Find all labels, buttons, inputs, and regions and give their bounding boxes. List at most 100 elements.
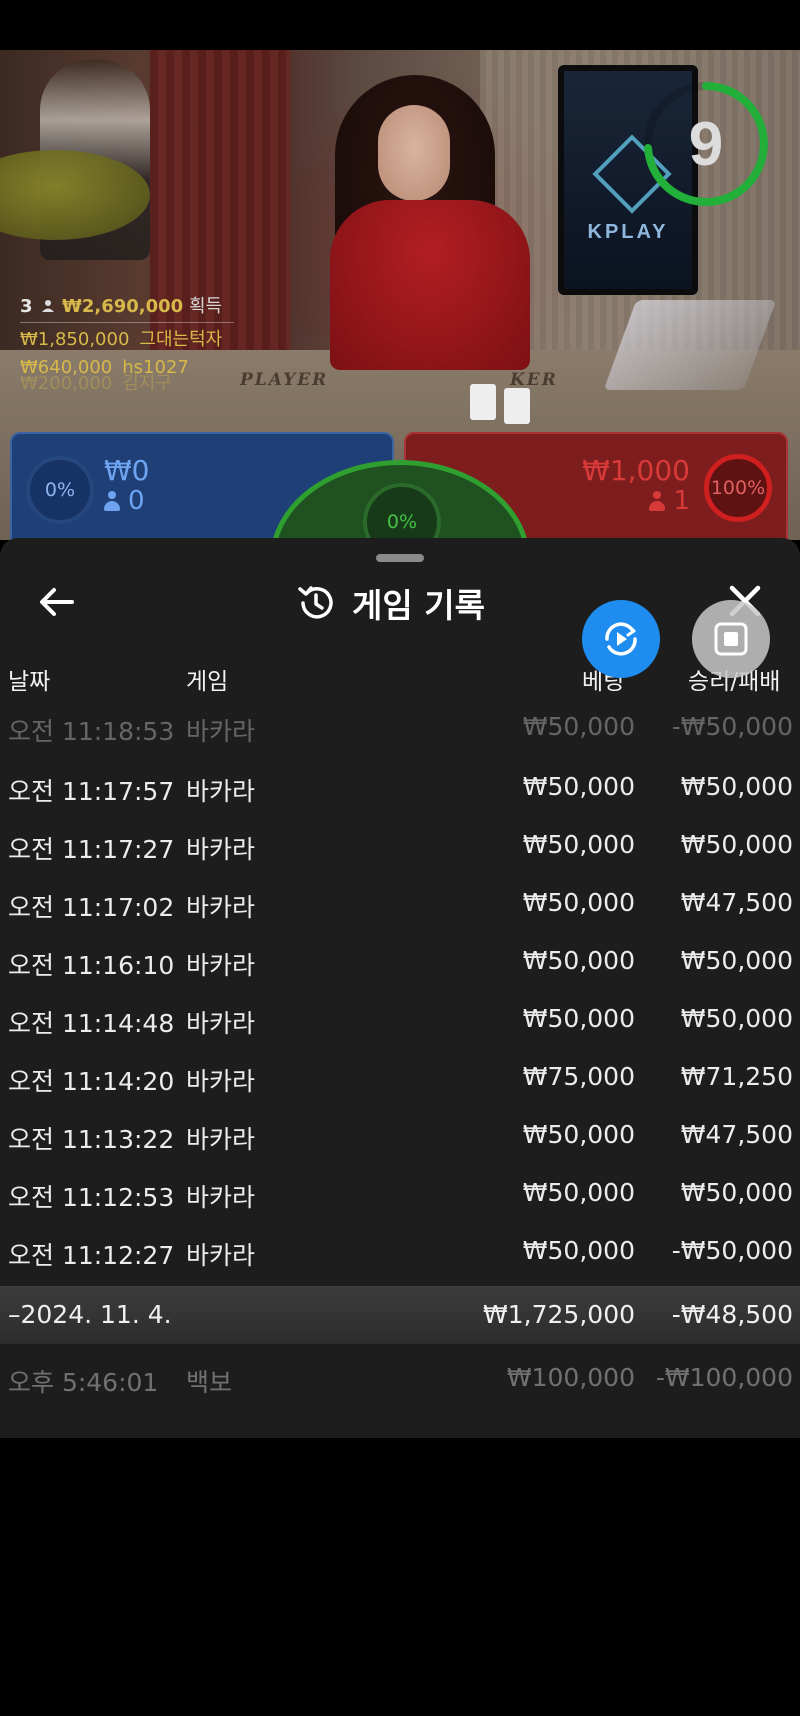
sheet-title-text: 게임 기록 — [352, 586, 485, 625]
row-bet: ₩50,000 — [522, 712, 635, 741]
row-result: -₩50,000 — [671, 712, 793, 741]
row-result: -₩50,000 — [671, 1236, 793, 1265]
sheet-title: 게임 기록 — [296, 578, 485, 628]
replay-icon — [605, 622, 637, 656]
row-game: 바카라 — [186, 1009, 256, 1038]
row-time: 오전 11:17:57 — [8, 777, 175, 806]
countdown-timer: 9 — [640, 78, 772, 210]
player-amount: ₩0 — [104, 454, 150, 487]
row-game: 바카라 — [186, 1125, 256, 1154]
banker-amount: ₩1,000 — [582, 454, 690, 487]
row-result: ₩50,000 — [680, 1004, 793, 1033]
table-row[interactable]: 오전 11:17:02 바카라 ₩50,000 ₩47,500 — [0, 874, 800, 932]
row-bet: ₩50,000 — [522, 772, 635, 801]
row-game: 바카라 — [186, 717, 256, 746]
summary-result: -₩48,500 — [671, 1300, 793, 1329]
winners-count: 3 — [20, 296, 33, 317]
winners-list: 3 ₩2,690,000 획득 ₩1,850,000 그대는턱자 ₩640,000… — [20, 292, 234, 399]
table-row[interactable]: 오전 11:13:22 바카라 ₩50,000 ₩47,500 — [0, 1106, 800, 1164]
table-row[interactable]: 오전 11:17:27 바카라 ₩50,000 ₩50,000 — [0, 816, 800, 874]
row-game: 바카라 — [186, 777, 256, 806]
row-game: 백보 — [186, 1368, 233, 1397]
row-time: 오후 5:46:01 — [8, 1368, 159, 1397]
row-time: 오전 11:12:27 — [8, 1241, 175, 1270]
person-icon — [104, 491, 120, 511]
row-bet: ₩50,000 — [522, 888, 635, 917]
row-result: ₩47,500 — [680, 1120, 793, 1149]
row-bet: ₩50,000 — [522, 1178, 635, 1207]
row-time: 오전 11:18:53 — [8, 717, 175, 746]
row-bet: ₩50,000 — [522, 946, 635, 975]
table-row[interactable]: 오전 11:12:27 바카라 ₩50,000 -₩50,000 — [0, 1222, 800, 1280]
history-table: 오전 11:18:53 바카라 ₩50,000 -₩50,000 오전 11:1… — [0, 702, 800, 1280]
row-result: ₩50,000 — [680, 830, 793, 859]
row-game: 바카라 — [186, 893, 256, 922]
row-time: 오전 11:14:20 — [8, 1067, 175, 1096]
row-result: ₩50,000 — [680, 1178, 793, 1207]
person-icon — [42, 300, 55, 312]
row-time: 오전 11:12:53 — [8, 1183, 175, 1212]
table-row[interactable]: 오전 11:18:53 바카라 ₩50,000 -₩50,000 — [0, 702, 800, 758]
banker-bettors: 1 — [649, 486, 690, 516]
sheet-drag-handle[interactable] — [376, 554, 424, 562]
player-percent: 0% — [26, 456, 94, 524]
row-time: 오전 11:14:48 — [8, 1009, 175, 1038]
monitor-brand: KPLAY — [587, 221, 669, 243]
table-row[interactable]: 오전 11:17:57 바카라 ₩50,000 ₩50,000 — [0, 758, 800, 816]
row-result: -₩100,000 — [655, 1363, 793, 1392]
row-time: 오전 11:13:22 — [8, 1125, 175, 1154]
row-result: ₩50,000 — [680, 772, 793, 801]
row-game: 바카라 — [186, 835, 256, 864]
winner-row: ₩200,000 김지구 — [20, 369, 234, 399]
banker-percent: 100% — [704, 454, 772, 522]
person-icon — [649, 491, 666, 511]
summary-bet: ₩1,725,000 — [483, 1300, 635, 1329]
replay-button[interactable] — [582, 600, 660, 678]
row-bet: ₩50,000 — [522, 1120, 635, 1149]
winners-total: ₩2,690,000 — [62, 296, 184, 317]
banker-bettor-count: 1 — [673, 486, 690, 516]
row-result: ₩47,500 — [680, 888, 793, 917]
row-bet: ₩50,000 — [522, 1004, 635, 1033]
row-bet: ₩100,000 — [506, 1363, 635, 1392]
history-icon — [298, 586, 333, 619]
history-table-tail: 오후 5:46:01 백보 ₩100,000 -₩100,000 — [0, 1349, 800, 1407]
row-game: 바카라 — [186, 1067, 256, 1096]
row-bet: ₩50,000 — [522, 830, 635, 859]
player-bettors: 0 — [104, 486, 145, 516]
winners-label: 획득 — [188, 296, 223, 317]
cards — [470, 384, 570, 424]
day-summary-row[interactable]: –2024. 11. 4. ₩1,725,000 -₩48,500 — [0, 1286, 800, 1344]
row-time: 오전 11:17:27 — [8, 835, 175, 864]
countdown-value: 9 — [688, 109, 724, 179]
table-row[interactable]: 오전 11:14:20 바카라 ₩75,000 ₩71,250 — [0, 1048, 800, 1106]
table-label-player: PLAYER — [240, 370, 329, 390]
column-header-game: 게임 — [186, 669, 229, 695]
dealer-body — [330, 200, 530, 370]
back-arrow-icon — [40, 588, 74, 616]
winner-row: ₩1,850,000 그대는턱자 — [20, 325, 234, 355]
row-time: 오전 11:17:02 — [8, 893, 175, 922]
winner-name: 김지구 — [122, 373, 172, 394]
row-time: 오전 11:16:10 — [8, 951, 175, 980]
row-game: 바카라 — [186, 1183, 256, 1212]
winner-amount: ₩1,850,000 — [20, 329, 130, 350]
row-bet: ₩75,000 — [522, 1062, 635, 1091]
table-row[interactable]: 오후 5:46:01 백보 ₩100,000 -₩100,000 — [0, 1349, 800, 1407]
player-bettor-count: 0 — [128, 486, 145, 516]
stop-icon — [714, 622, 748, 656]
row-result: ₩71,250 — [680, 1062, 793, 1091]
row-game: 바카라 — [186, 951, 256, 980]
back-button[interactable] — [32, 578, 80, 626]
row-bet: ₩50,000 — [522, 1236, 635, 1265]
table-row[interactable]: 오전 11:16:10 바카라 ₩50,000 ₩50,000 — [0, 932, 800, 990]
winners-summary: 3 ₩2,690,000 획득 — [20, 292, 234, 322]
stop-button[interactable] — [692, 600, 770, 678]
column-header-date: 날짜 — [8, 669, 51, 695]
dealer-face — [378, 105, 450, 201]
row-game: 바카라 — [186, 1241, 256, 1270]
row-result: ₩50,000 — [680, 946, 793, 975]
table-row[interactable]: 오전 11:12:53 바카라 ₩50,000 ₩50,000 — [0, 1164, 800, 1222]
winner-amount: ₩200,000 — [20, 373, 113, 394]
table-row[interactable]: 오전 11:14:48 바카라 ₩50,000 ₩50,000 — [0, 990, 800, 1048]
